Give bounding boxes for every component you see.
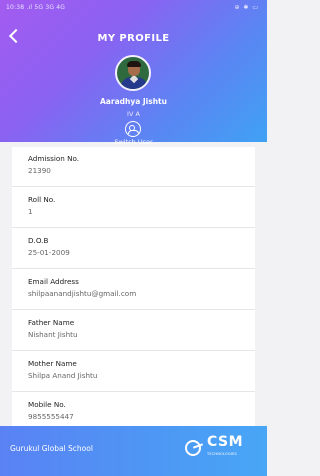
logo-mark-icon <box>185 440 203 456</box>
field-value: 1 <box>28 207 33 216</box>
field-dob: D.O.B 25-01-2009 <box>12 229 255 269</box>
profile-header: 10:38 .ıl 5G 3G 4G ⊕ ✱ ▭ MY PROFILE Aara… <box>0 0 267 146</box>
footer-bar: Gurukul Global School CSM TECHNOLOGIES <box>0 426 267 476</box>
logo-text: CSM <box>207 434 244 450</box>
field-label: Admission No. <box>28 154 80 163</box>
field-value: Nishant Jishtu <box>28 330 78 339</box>
avatar-hair <box>127 61 141 67</box>
field-value: shilpaanandjishtu@gmail.com <box>28 289 137 298</box>
field-label: Email Address <box>28 277 79 286</box>
switch-user-label[interactable]: Switch User <box>0 138 267 146</box>
student-avatar <box>115 55 151 91</box>
csm-logo: CSM TECHNOLOGIES <box>185 434 249 464</box>
field-label: Roll No. <box>28 195 56 204</box>
field-admission-no: Admission No. 21390 <box>12 147 255 187</box>
field-roll-no: Roll No. 1 <box>12 188 255 228</box>
profile-details-card: Admission No. 21390 Roll No. 1 D.O.B 25-… <box>12 147 255 454</box>
switch-user-icon[interactable] <box>125 121 141 137</box>
status-time-signal: 10:38 .ıl 5G 3G 4G <box>6 4 66 11</box>
page-title: MY PROFILE <box>97 33 170 44</box>
status-bar: 10:38 .ıl 5G 3G 4G ⊕ ✱ ▭ <box>0 0 267 16</box>
field-mother-name: Mother Name Shilpa Anand Jishtu <box>12 352 255 392</box>
school-name: Gurukul Global School <box>10 444 93 453</box>
field-father-name: Father Name Nishant Jishtu <box>12 311 255 351</box>
field-label: Mobile No. <box>28 400 66 409</box>
student-name: Aaradhya Jishtu <box>100 97 167 106</box>
student-class: IV A <box>127 110 140 118</box>
status-icons: ⊕ ✱ ▭ <box>234 4 259 11</box>
field-value: Shilpa Anand Jishtu <box>28 371 98 380</box>
field-label: D.O.B <box>28 236 49 245</box>
field-value: 9855555447 <box>28 412 74 421</box>
field-value: 21390 <box>28 166 51 175</box>
profile-content: Admission No. 21390 Roll No. 1 D.O.B 25-… <box>0 147 267 454</box>
logo-subtext: TECHNOLOGIES <box>207 452 237 456</box>
field-label: Mother Name <box>28 359 77 368</box>
field-label: Father Name <box>28 318 75 327</box>
field-value: 25-01-2009 <box>28 248 70 257</box>
field-email: Email Address shilpaanandjishtu@gmail.co… <box>12 270 255 310</box>
